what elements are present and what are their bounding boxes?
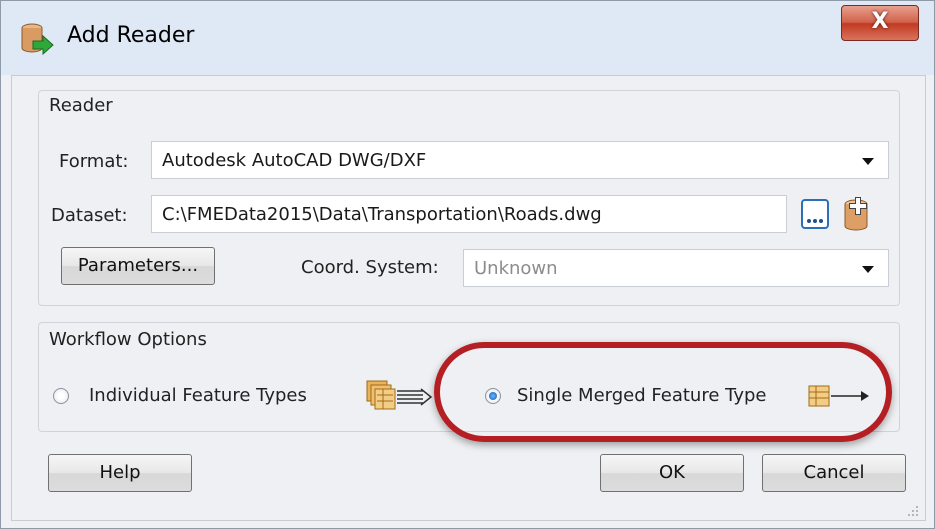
title-bar: Add Reader X xyxy=(1,1,934,75)
individual-feature-types-radio[interactable] xyxy=(53,388,69,404)
chevron-down-icon xyxy=(862,266,874,273)
parameters-button[interactable]: Parameters... xyxy=(61,247,215,285)
browse-button[interactable] xyxy=(801,199,829,229)
format-value: Autodesk AutoCAD DWG/DXF xyxy=(162,150,427,171)
highlight-annotation xyxy=(434,342,892,442)
add-dataset-button[interactable] xyxy=(841,195,875,233)
dialog-body: Reader Format: Autodesk AutoCAD DWG/DXF … xyxy=(11,75,926,521)
coord-system-dropdown[interactable]: Unknown xyxy=(463,249,889,287)
coord-system-label: Coord. System: xyxy=(301,257,439,278)
dataset-label: Dataset: xyxy=(51,205,128,226)
format-label: Format: xyxy=(59,151,129,172)
parameters-button-label: Parameters... xyxy=(77,255,199,276)
individual-feature-types-label: Individual Feature Types xyxy=(89,385,307,406)
help-button[interactable]: Help xyxy=(48,454,192,492)
chevron-down-icon xyxy=(862,158,874,165)
dataset-field[interactable]: C:\FMEData2015\Data\Transportation\Roads… xyxy=(151,195,787,233)
individual-feature-types-option[interactable]: Individual Feature Types xyxy=(53,385,353,409)
resize-grip-icon[interactable] xyxy=(905,502,919,516)
format-dropdown[interactable]: Autodesk AutoCAD DWG/DXF xyxy=(151,141,889,179)
reader-group: Reader Format: Autodesk AutoCAD DWG/DXF … xyxy=(38,90,900,306)
add-database-icon xyxy=(844,197,868,231)
coord-system-value: Unknown xyxy=(474,258,558,279)
reader-group-label: Reader xyxy=(49,95,113,116)
cancel-button-label: Cancel xyxy=(803,462,865,483)
window-title: Add Reader xyxy=(67,23,195,48)
dataset-value: C:\FMEData2015\Data\Transportation\Roads… xyxy=(162,204,602,225)
add-reader-dialog: Add Reader X Reader Format: Autodesk Aut… xyxy=(0,0,935,529)
close-icon: X xyxy=(871,9,889,34)
close-button[interactable]: X xyxy=(841,5,919,41)
ok-button[interactable]: OK xyxy=(600,454,744,492)
browse-icon xyxy=(801,199,829,229)
multiple-feature-types-icon xyxy=(365,379,437,417)
cancel-button[interactable]: Cancel xyxy=(762,454,906,492)
workflow-options-label: Workflow Options xyxy=(49,329,207,350)
help-button-label: Help xyxy=(99,462,141,483)
ok-button-label: OK xyxy=(659,462,685,483)
add-reader-icon xyxy=(19,21,55,57)
